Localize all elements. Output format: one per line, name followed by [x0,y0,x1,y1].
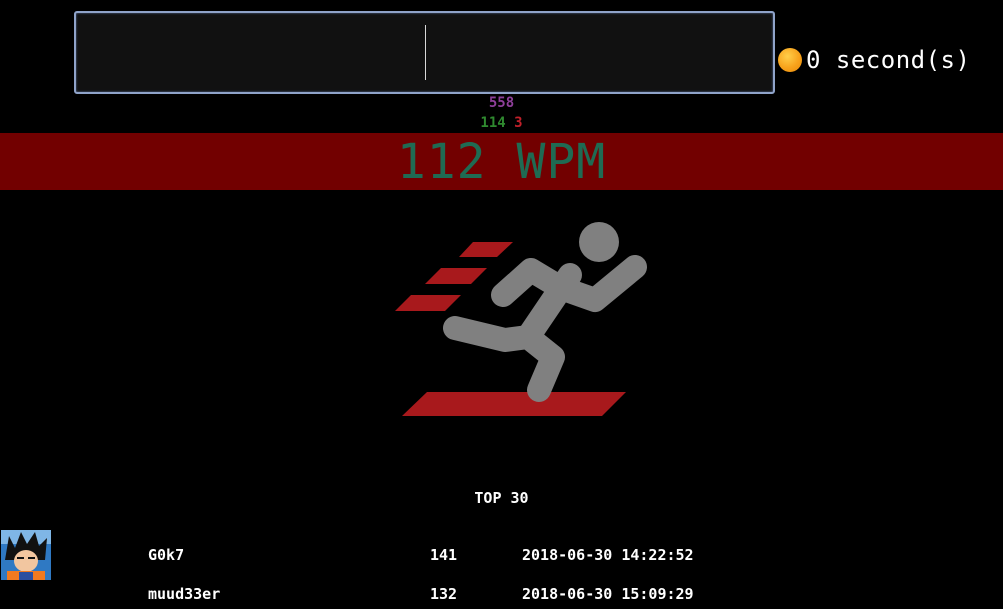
runner-head [579,222,619,262]
leaderboard-row: muud33er 132 2018-06-30 15:09:29 [0,569,1003,609]
leaderboard-title: TOP 30 [474,489,529,507]
timer-dot-icon [778,48,802,72]
wpm-result-bar: 112 WPM [0,133,1003,190]
player-score: 141 [430,546,458,564]
keystrokes-total: 558 [0,94,1003,112]
timer-value: 0 second(s) [806,46,971,74]
keystrokes-breakdown: 114 3 [0,114,1003,132]
leaderboard-row: G0k7 141 2018-06-30 14:22:52 [0,530,1003,580]
typing-test-page: 0 second(s) 558 114 3 112 WPM TOP 30 G0k… [0,0,1003,609]
player-name: G0k7 [148,546,185,564]
wrong-keystrokes-value: 3 [514,115,523,131]
total-keystrokes-value: 558 [488,95,515,111]
typing-input-box[interactable] [74,11,775,94]
correct-keystrokes-value: 114 [480,115,506,131]
running-man-icon [395,222,647,416]
timer: 0 second(s) [778,43,970,77]
runner-ground [402,392,626,416]
player-date: 2018-06-30 15:09:29 [522,585,694,603]
speed-stripe-middle [425,268,487,284]
player-score: 132 [430,585,458,603]
text-caret [425,25,426,80]
player-date: 2018-06-30 14:22:52 [522,546,694,564]
wpm-value: 112 WPM [396,133,607,190]
player-name: muud33er [148,585,221,603]
speed-stripe-top [459,242,513,257]
speed-stripe-bottom [395,295,461,311]
